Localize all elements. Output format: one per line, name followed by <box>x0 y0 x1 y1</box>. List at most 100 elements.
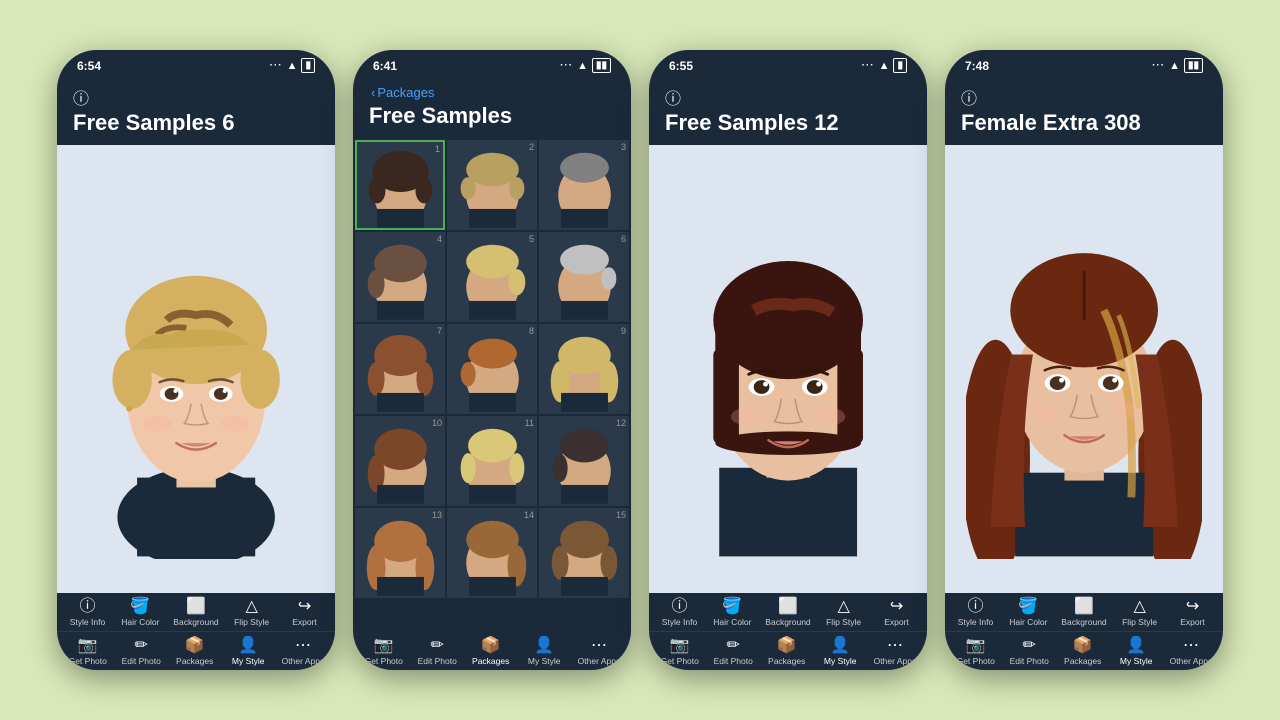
other-apps-btn-4[interactable]: ⋯ Other Apps <box>1170 638 1213 666</box>
thumbnail-svg-7 <box>363 327 438 412</box>
thumbnail-svg-9 <box>547 327 622 412</box>
flip-icon-4: △ <box>1133 599 1145 615</box>
status-bar-1: 6:54 ··· ▲ ▮ <box>57 50 335 77</box>
get-photo-btn-4[interactable]: 📷 Get Photo <box>956 638 996 666</box>
grid-item-8[interactable]: 8 <box>447 324 537 414</box>
export-btn-4[interactable]: ↪ Export <box>1173 599 1213 627</box>
item-num-1: 1 <box>435 144 440 154</box>
other-apps-btn-1[interactable]: ⋯ Other Apps <box>282 638 325 666</box>
item-num-9: 9 <box>621 326 626 336</box>
grid-item-12[interactable]: 12 <box>539 416 629 506</box>
export-icon-3: ↪ <box>890 599 903 615</box>
style-info-btn-3[interactable]: ⓘ Style Info <box>659 599 699 627</box>
get-photo-btn-1[interactable]: 📷 Get Photo <box>68 638 108 666</box>
my-style-btn-4[interactable]: 👤 My Style <box>1116 638 1156 666</box>
screen-2: ‹ Packages Free Samples 1 <box>353 77 631 670</box>
export-btn-1[interactable]: ↪ Export <box>285 599 325 627</box>
bucket-icon-4: 🪣 <box>1018 599 1038 615</box>
signal-icon-3: ··· <box>862 60 875 71</box>
edit-icon-2: ✏ <box>431 638 444 654</box>
dots-icon-4: ⋯ <box>1183 638 1199 654</box>
info-icon-1[interactable]: ⓘ <box>73 85 319 109</box>
grid-item-15[interactable]: 15 <box>539 508 629 598</box>
person-svg-3 <box>670 179 906 560</box>
wifi-icon-4: ▲ <box>1169 60 1180 72</box>
export-icon: ↪ <box>298 599 311 615</box>
time-4: 7:48 <box>965 59 989 73</box>
screen-3: ⓘ Free Samples 12 <box>649 77 927 670</box>
phones-container: 6:54 ··· ▲ ▮ ⓘ Free Samples 6 <box>37 30 1243 690</box>
grid-item-3[interactable]: 3 <box>539 140 629 230</box>
battery-icon-4: ▮▮ <box>1184 58 1203 73</box>
packages-btn-4[interactable]: 📦 Packages <box>1063 638 1103 666</box>
bottom-toolbar-3: ⓘ Style Info 🪣 Hair Color ⬜ Background △… <box>649 593 927 670</box>
grid-item-5[interactable]: 5 <box>447 232 537 322</box>
person-icon-3: 👤 <box>830 638 850 654</box>
toolbar-top-row-4: ⓘ Style Info 🪣 Hair Color ⬜ Background △… <box>945 593 1223 631</box>
other-apps-btn-3[interactable]: ⋯ Other Apps <box>874 638 917 666</box>
thumbnail-svg-3 <box>547 143 622 228</box>
my-style-btn-2[interactable]: 👤 My Style <box>524 638 564 666</box>
packages-btn-1[interactable]: 📦 Packages <box>175 638 215 666</box>
wifi-icon-3: ▲ <box>879 60 890 72</box>
my-style-btn-3[interactable]: 👤 My Style <box>820 638 860 666</box>
hair-color-btn-4[interactable]: 🪣 Hair Color <box>1008 599 1048 627</box>
grid-item-10[interactable]: 10 <box>355 416 445 506</box>
thumbnail-svg-13 <box>363 511 438 596</box>
hair-color-btn-3[interactable]: 🪣 Hair Color <box>712 599 752 627</box>
grid-item-11[interactable]: 11 <box>447 416 537 506</box>
item-num-4: 4 <box>437 234 442 244</box>
flip-btn-4[interactable]: △ Flip Style <box>1120 599 1160 627</box>
item-num-8: 8 <box>529 326 534 336</box>
title-4: Female Extra 308 <box>961 111 1207 135</box>
edit-photo-btn-2[interactable]: ✏ Edit Photo <box>417 638 457 666</box>
item-num-5: 5 <box>529 234 534 244</box>
grid-item-9[interactable]: 9 <box>539 324 629 414</box>
thumbnail-svg-6 <box>547 235 622 320</box>
background-btn-4[interactable]: ⬜ Background <box>1061 599 1106 627</box>
hair-grid-container[interactable]: 1 2 <box>353 138 631 632</box>
grid-item-1[interactable]: 1 <box>355 140 445 230</box>
grid-item-14[interactable]: 14 <box>447 508 537 598</box>
info-icon-3[interactable]: ⓘ <box>665 85 911 109</box>
status-bar-4: 7:48 ··· ▲ ▮▮ <box>945 50 1223 77</box>
grid-item-13[interactable]: 13 <box>355 508 445 598</box>
other-apps-btn-2[interactable]: ⋯ Other Apps <box>578 638 621 666</box>
toolbar-row-2: 📷 Get Photo ✏ Edit Photo 📦 Packages 👤 My… <box>353 632 631 670</box>
person-icon-2: 👤 <box>534 638 554 654</box>
person-icon: 👤 <box>238 638 258 654</box>
export-btn-3[interactable]: ↪ Export <box>877 599 917 627</box>
edit-photo-btn-4[interactable]: ✏ Edit Photo <box>1009 638 1049 666</box>
style-info-btn-4[interactable]: ⓘ Style Info <box>955 599 995 627</box>
hair-color-btn-1[interactable]: 🪣 Hair Color <box>120 599 160 627</box>
signal-icon-4: ··· <box>1152 60 1165 71</box>
flip-btn-3[interactable]: △ Flip Style <box>824 599 864 627</box>
toolbar-top-row-1: ⓘ Style Info 🪣 Hair Color ⬜ Background △… <box>57 593 335 631</box>
edit-icon-4: ✏ <box>1023 638 1036 654</box>
edit-photo-btn-1[interactable]: ✏ Edit Photo <box>121 638 161 666</box>
style-info-btn-1[interactable]: ⓘ Style Info <box>67 599 107 627</box>
info-icon-4[interactable]: ⓘ <box>961 85 1207 109</box>
background-btn-1[interactable]: ⬜ Background <box>173 599 218 627</box>
packages-btn-3[interactable]: 📦 Packages <box>767 638 807 666</box>
thumbnail-svg-5 <box>455 235 530 320</box>
get-photo-btn-3[interactable]: 📷 Get Photo <box>660 638 700 666</box>
flip-btn-1[interactable]: △ Flip Style <box>232 599 272 627</box>
phone-4: 7:48 ··· ▲ ▮▮ ⓘ Female Extra 308 <box>945 50 1223 670</box>
item-num-11: 11 <box>525 418 534 428</box>
packages-btn-2[interactable]: 📦 Packages <box>471 638 511 666</box>
my-style-btn-1[interactable]: 👤 My Style <box>228 638 268 666</box>
get-photo-btn-2[interactable]: 📷 Get Photo <box>364 638 404 666</box>
thumbnail-svg-1 <box>363 143 438 228</box>
package-icon-3: 📦 <box>777 638 797 654</box>
thumbnail-svg-15 <box>547 511 622 596</box>
edit-photo-btn-3[interactable]: ✏ Edit Photo <box>713 638 753 666</box>
bottom-toolbar-4: ⓘ Style Info 🪣 Hair Color ⬜ Background △… <box>945 593 1223 670</box>
back-nav[interactable]: ‹ Packages <box>369 85 615 100</box>
grid-item-2[interactable]: 2 <box>447 140 537 230</box>
grid-item-4[interactable]: 4 <box>355 232 445 322</box>
thumbnail-svg-2 <box>455 143 530 228</box>
grid-item-6[interactable]: 6 <box>539 232 629 322</box>
background-btn-3[interactable]: ⬜ Background <box>765 599 810 627</box>
grid-item-7[interactable]: 7 <box>355 324 445 414</box>
